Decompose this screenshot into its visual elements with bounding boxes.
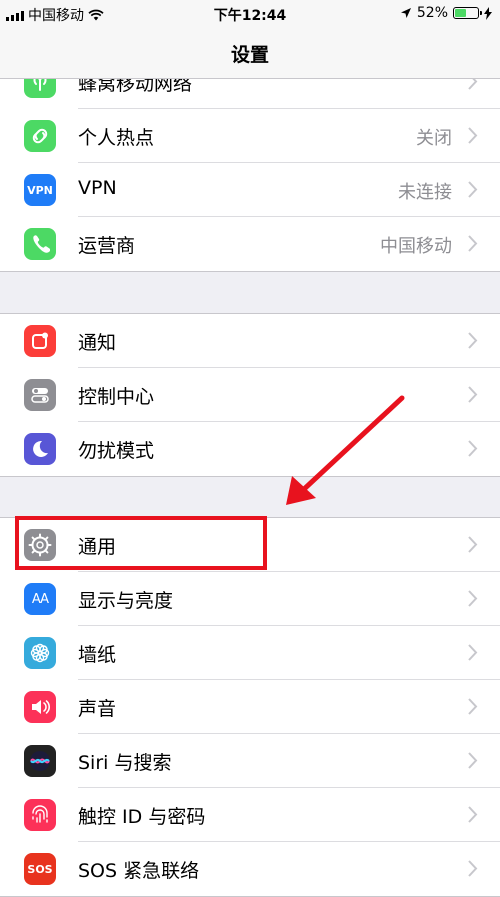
red-arrow-annotation — [286, 395, 405, 505]
